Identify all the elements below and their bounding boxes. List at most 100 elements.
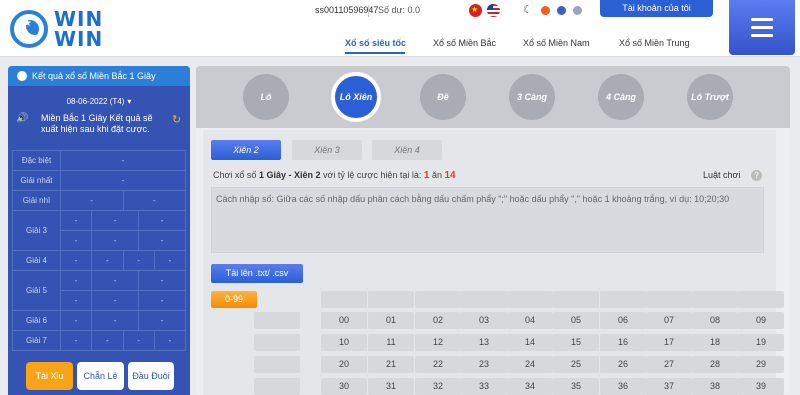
number-cell[interactable]: 30 xyxy=(321,378,367,395)
prize-value: - xyxy=(59,250,93,271)
range-tab-0-99[interactable]: 0-99 xyxy=(211,291,257,308)
number-cell[interactable]: 28 xyxy=(692,356,738,373)
number-cell[interactable]: 27 xyxy=(646,356,692,373)
star-icon: ★ xyxy=(23,18,32,29)
number-cell[interactable]: 01 xyxy=(368,312,414,329)
tab-xien-4[interactable]: Xiên 4 xyxy=(372,140,442,160)
rules-link[interactable]: Luật chơi xyxy=(703,170,740,180)
dau-duoi-button[interactable]: Đầu Đuôi xyxy=(128,362,174,390)
number-cell[interactable]: 23 xyxy=(461,356,507,373)
theme-orange-dot[interactable] xyxy=(541,6,550,15)
balance: Số dư: 0.0 xyxy=(378,5,421,15)
number-cell[interactable]: 29 xyxy=(738,356,784,373)
us-flag-icon[interactable] xyxy=(487,4,500,17)
number-cell[interactable]: 05 xyxy=(553,312,599,329)
number-cell[interactable]: 07 xyxy=(646,312,692,329)
number-cell[interactable]: 36 xyxy=(600,378,646,395)
header-cell xyxy=(321,291,367,308)
prize-value: - xyxy=(59,310,93,331)
number-cell[interactable]: 10 xyxy=(321,334,367,351)
vietnam-flag-icon[interactable] xyxy=(469,4,482,17)
refresh-icon[interactable]: ↻ xyxy=(172,113,181,126)
number-cell[interactable]: 33 xyxy=(461,378,507,395)
number-cell[interactable]: 06 xyxy=(600,312,646,329)
moon-icon[interactable]: ☾ xyxy=(523,3,533,16)
speaker-icon[interactable]: 🔊 xyxy=(16,113,28,124)
prize-label: Giải 7 xyxy=(12,330,61,351)
prize-value: - xyxy=(138,270,186,291)
theme-blue-dot[interactable] xyxy=(557,6,566,15)
number-cell[interactable]: 35 xyxy=(553,378,599,395)
number-cell[interactable]: 11 xyxy=(368,334,414,351)
header-cell xyxy=(368,291,414,308)
prize-label: Giải 3 xyxy=(12,210,61,251)
tab-xien-3[interactable]: Xiên 3 xyxy=(292,140,362,160)
number-cell[interactable]: 03 xyxy=(461,312,507,329)
number-cell[interactable]: 02 xyxy=(415,312,461,329)
prize-value: - xyxy=(91,290,140,311)
prize-label: Giải nhất xyxy=(12,170,61,191)
number-cell[interactable]: 09 xyxy=(738,312,784,329)
prize-value: - xyxy=(60,190,124,211)
nav-sieu-toc[interactable]: Xổ số siêu tốc xyxy=(345,38,406,48)
number-cell[interactable]: 26 xyxy=(600,356,646,373)
number-cell[interactable]: 25 xyxy=(553,356,599,373)
rate-game: 1 Giây - Xiên 2 xyxy=(258,170,321,180)
number-cell[interactable]: 15 xyxy=(553,334,599,351)
number-cell[interactable]: 22 xyxy=(415,356,461,373)
prize-value: - xyxy=(60,150,186,171)
number-cell[interactable]: 12 xyxy=(415,334,461,351)
nav-mien-nam[interactable]: Xổ số Miền Nam xyxy=(523,38,590,48)
prize-label: Giải 6 xyxy=(12,310,61,331)
info-icon[interactable]: ? xyxy=(751,170,762,181)
tai-xiu-button[interactable]: Tài Xỉu xyxy=(26,362,73,390)
number-cell[interactable]: 00 xyxy=(321,312,367,329)
chan-le-button[interactable]: Chẵn Lẻ xyxy=(77,362,124,390)
nav-mien-trung[interactable]: Xổ số Miền Trung xyxy=(619,38,690,48)
rate-prefix: Chơi xổ số xyxy=(213,170,257,180)
number-cell[interactable]: 39 xyxy=(738,378,784,395)
bet-type-3-cang[interactable]: 3 Càng xyxy=(509,74,555,120)
logo-circle-icon xyxy=(10,10,48,48)
number-cell[interactable]: 16 xyxy=(600,334,646,351)
logo[interactable]: ★ WIN WIN xyxy=(10,4,160,52)
number-cell[interactable]: 14 xyxy=(507,334,553,351)
bet-type-lo[interactable]: Lô xyxy=(243,74,289,120)
bet-type-lo-xien[interactable]: Lô Xiên xyxy=(331,72,381,122)
tab-xien-2[interactable]: Xiên 2 xyxy=(211,140,281,160)
number-cell[interactable]: 34 xyxy=(507,378,553,395)
number-cell[interactable]: 17 xyxy=(646,334,692,351)
number-cell[interactable]: 18 xyxy=(692,334,738,351)
number-cell[interactable]: 37 xyxy=(646,378,692,395)
number-cell[interactable]: 24 xyxy=(507,356,553,373)
number-cell[interactable]: 04 xyxy=(507,312,553,329)
rate-sep: ăn xyxy=(431,170,442,180)
number-cell[interactable]: 08 xyxy=(692,312,738,329)
number-cell[interactable]: 19 xyxy=(738,334,784,351)
bet-type-de[interactable]: Đề xyxy=(420,74,466,120)
bet-type-lo-truot[interactable]: Lô Trượt xyxy=(687,74,733,120)
header-cell xyxy=(415,291,461,308)
date-select[interactable]: 08-06-2022 (T4) xyxy=(8,97,190,106)
prize-label: Giải nhì xyxy=(12,190,61,211)
my-account-button[interactable]: Tài khoản của tôi xyxy=(600,0,713,17)
row-spacer-cell xyxy=(254,334,300,351)
top-header: ★ WIN WIN ss00110596947 Số dư: 0.0 ☾ Tài… xyxy=(0,0,800,57)
prize-label: Giải 4 xyxy=(12,250,61,271)
theme-gray-dot[interactable] xyxy=(573,6,582,15)
nav-mien-bac[interactable]: Xổ số Miền Bắc xyxy=(433,38,496,48)
number-cell[interactable]: 20 xyxy=(321,356,367,373)
number-input[interactable]: Cách nhập số: Giữa các số nhập dấu phân … xyxy=(211,187,764,253)
hamburger-menu-button[interactable] xyxy=(729,0,795,55)
results-message: Miền Bắc 1 Giây Kết quả sẽ xuất hiện sau… xyxy=(41,113,153,134)
header-cell xyxy=(553,291,599,308)
prize-value: - xyxy=(91,250,124,271)
number-cell[interactable]: 31 xyxy=(368,378,414,395)
number-cell[interactable]: 32 xyxy=(415,378,461,395)
prize-value: - xyxy=(91,330,124,351)
upload-file-button[interactable]: Tải lên .txt/ .csv xyxy=(211,264,303,283)
number-cell[interactable]: 13 xyxy=(461,334,507,351)
number-cell[interactable]: 38 xyxy=(692,378,738,395)
bet-type-4-cang[interactable]: 4 Càng xyxy=(598,74,644,120)
number-cell[interactable]: 21 xyxy=(368,356,414,373)
